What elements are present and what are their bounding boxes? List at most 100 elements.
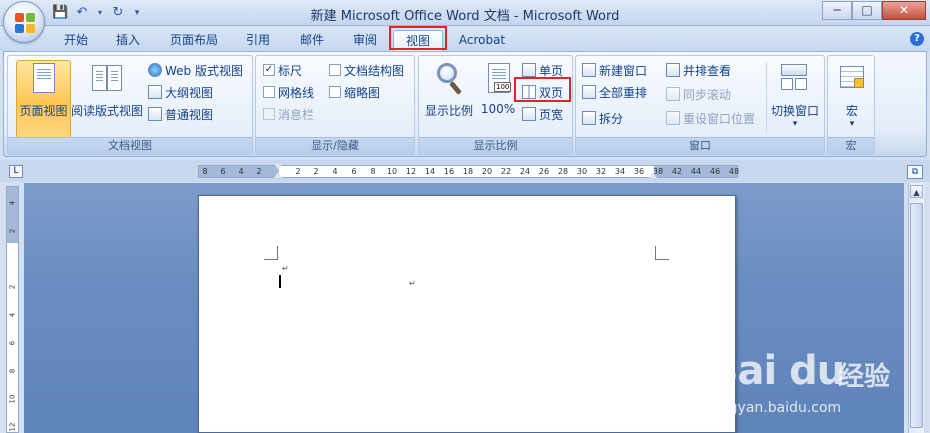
vertical-ruler-tick-label: 10 [8, 394, 17, 404]
office-button[interactable] [3, 1, 45, 43]
ruler-tick-label: 6 [220, 167, 226, 176]
tab-acrobat[interactable]: Acrobat [452, 30, 512, 51]
zoom-label: 显示比例 [424, 104, 473, 118]
switch-windows-button[interactable]: 切换窗口 ▾ [768, 62, 822, 129]
group-label-show-hide: 显示/隐藏 [256, 137, 414, 154]
message-bar-label: 消息栏 [278, 107, 315, 122]
magnifier-icon [433, 62, 465, 96]
ruler-tick-label: 24 [519, 167, 531, 176]
group-window: 新建窗口 全部重排 拆分 并排查看 同步滚动 重设窗口位置 切换窗口 ▾ 窗口 [575, 55, 825, 155]
first-line-indent-marker[interactable] [274, 164, 282, 170]
outline-icon [148, 85, 162, 99]
vertical-ruler-tick-label: 2 [8, 228, 17, 234]
macros-icon [836, 62, 868, 96]
side-by-side-icon [666, 63, 680, 77]
right-indent-marker[interactable] [649, 172, 657, 178]
ruler-tick-label: 42 [671, 167, 683, 176]
tab-selector-button[interactable]: L [9, 165, 23, 178]
tab-mailings[interactable]: 邮件 [292, 30, 332, 51]
close-button[interactable]: ✕ [882, 1, 926, 20]
zoom-100-icon: 100 [482, 62, 514, 96]
ruler-tick-label: 44 [690, 167, 702, 176]
sync-scroll-button: 同步滚动 [666, 84, 731, 104]
group-label-document-views: 文档视图 [8, 137, 252, 154]
hanging-indent-marker[interactable] [274, 172, 282, 178]
group-label-window: 窗口 [576, 137, 824, 154]
print-layout-icon [28, 62, 60, 96]
split-button[interactable]: 拆分 [582, 108, 623, 128]
switch-windows-dropdown-icon: ▾ [792, 119, 798, 129]
tab-page-layout[interactable]: 页面布局 [160, 30, 228, 51]
tab-home[interactable]: 开始 [54, 30, 98, 51]
crop-mark-top-left [264, 246, 278, 260]
message-bar-check-icon [263, 108, 275, 120]
draft-button[interactable]: 普通视图 [148, 104, 213, 124]
ruler-checkbox[interactable]: ✓ 标尺 [263, 60, 302, 80]
baidu-watermark: Bai du 经验 jingyan.baidu.com [708, 336, 918, 426]
document-page[interactable] [198, 195, 736, 433]
page-width-button[interactable]: 页宽 [522, 104, 563, 124]
outline-label: 大纲视图 [165, 85, 214, 100]
web-layout-icon [148, 63, 162, 77]
zoom-100-button[interactable]: 100 100% [477, 62, 519, 116]
group-zoom: 显示比例 100 100% 单页 双页 页宽 显示比例 [418, 55, 573, 155]
ruler-tick-label: 46 [709, 167, 721, 176]
page-width-icon [522, 107, 536, 121]
ruler-tick-label: 34 [614, 167, 626, 176]
thumbnails-checkbox[interactable]: 缩略图 [329, 82, 380, 102]
scroll-up-icon[interactable]: ▲ [910, 185, 923, 198]
tab-review[interactable]: 审阅 [345, 30, 385, 51]
tab-view-highlight [389, 26, 447, 50]
document-map-checkbox[interactable]: 文档结构图 [329, 60, 404, 80]
message-bar-checkbox: 消息栏 [263, 104, 314, 124]
minimize-button[interactable]: ─ [822, 1, 852, 20]
text-cursor [279, 275, 281, 288]
maximize-button[interactable]: □ [852, 1, 882, 20]
ruler-tick-label: 2 [295, 167, 301, 176]
switch-windows-label: 切换窗口 [770, 104, 819, 118]
vertical-ruler[interactable]: 4 2 2 4 6 8 10 12 [6, 186, 19, 433]
new-window-button[interactable]: 新建窗口 [582, 60, 647, 80]
side-by-side-button[interactable]: 并排查看 [666, 60, 731, 80]
switch-windows-icon [779, 62, 811, 96]
ruler-tick-label: 10 [386, 167, 398, 176]
web-layout-label: Web 版式视图 [165, 63, 243, 78]
print-layout-button[interactable]: 页面视图 [16, 62, 71, 119]
ruler-check-icon: ✓ [263, 64, 275, 76]
full-screen-reading-button[interactable]: 阅读版式视图 [71, 62, 143, 119]
draft-label: 普通视图 [165, 107, 214, 122]
watermark-brand: Bai du [708, 348, 845, 394]
gridlines-label: 网格线 [278, 85, 315, 100]
sync-scroll-label: 同步滚动 [683, 87, 732, 102]
ruler-tick-label: 6 [351, 167, 357, 176]
ruler-tick-label: 2 [313, 167, 319, 176]
gridlines-checkbox[interactable]: 网格线 [263, 82, 314, 102]
vertical-ruler-tick-label: 6 [8, 340, 17, 346]
ruler-tick-label: 26 [538, 167, 550, 176]
tab-references[interactable]: 引用 [238, 30, 278, 51]
split-label: 拆分 [599, 111, 624, 126]
ruler-tick-label: 16 [443, 167, 455, 176]
tab-insert[interactable]: 插入 [108, 30, 148, 51]
macros-dropdown-icon: ▾ [849, 119, 855, 129]
help-icon[interactable]: ? [910, 32, 924, 46]
web-layout-button[interactable]: Web 版式视图 [148, 60, 243, 80]
vertical-ruler-tick-label: 8 [8, 368, 17, 374]
ruler-tick-label: 8 [370, 167, 376, 176]
group-document-views: 页面视图 阅读版式视图 Web 版式视图 大纲视图 普通视图 文档视图 [7, 55, 253, 155]
ruler-tick-label: 32 [595, 167, 607, 176]
outline-button[interactable]: 大纲视图 [148, 82, 213, 102]
group-label-macros: 宏 [828, 137, 874, 154]
watermark-url: jingyan.baidu.com [712, 400, 842, 416]
ruler-tick-label: 30 [576, 167, 588, 176]
reset-window-position-icon [666, 111, 680, 125]
arrange-all-button[interactable]: 全部重排 [582, 82, 647, 102]
window-controls: ─ □ ✕ [822, 1, 926, 20]
view-ruler-icon[interactable]: ⧉ [907, 165, 923, 179]
zoom-button[interactable]: 显示比例 [421, 62, 477, 119]
window-group-separator [766, 62, 767, 132]
macros-button[interactable]: 宏 ▾ [830, 62, 874, 129]
document-map-check-icon [329, 64, 341, 76]
gridlines-check-icon [263, 86, 275, 98]
group-label-zoom: 显示比例 [419, 137, 572, 154]
